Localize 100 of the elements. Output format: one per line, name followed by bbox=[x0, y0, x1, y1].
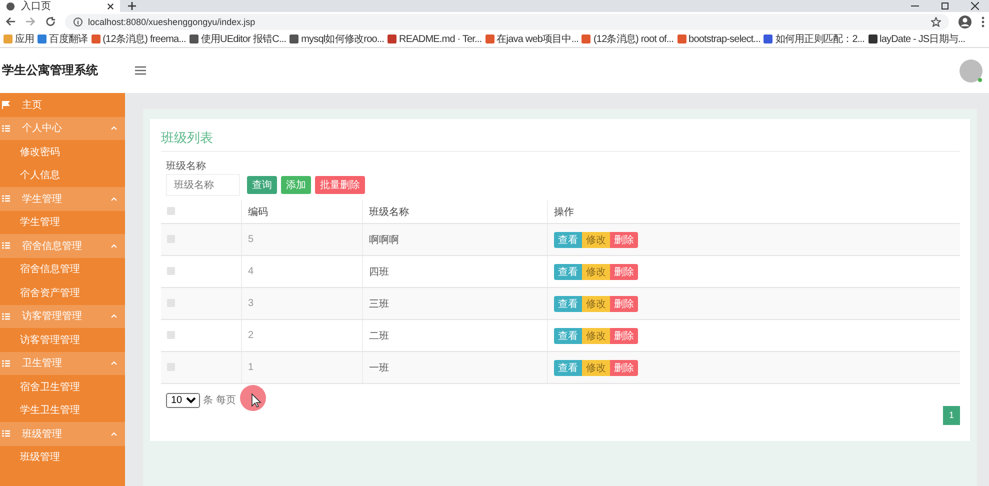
bookmark[interactable]: README.md · Ter... bbox=[387, 34, 482, 44]
sidebar-subitem[interactable]: 宿舍资产管理 bbox=[0, 281, 125, 304]
row-action-button[interactable]: 查看 bbox=[554, 232, 582, 248]
sidebar-subitem[interactable]: 学生管理 bbox=[0, 210, 125, 234]
table-cell: 二班 bbox=[369, 330, 389, 342]
table-cell: 3 bbox=[248, 298, 254, 309]
star-icon[interactable] bbox=[931, 16, 941, 26]
bookmark[interactable]: 使用UEditor 报错C... bbox=[188, 32, 286, 46]
menu-icon[interactable] bbox=[135, 66, 146, 75]
column-header: 编码 bbox=[248, 206, 268, 218]
list-icon bbox=[2, 242, 10, 250]
chevron-icon bbox=[111, 196, 117, 201]
bookmark-icon bbox=[581, 34, 592, 44]
table-cell: 2 bbox=[248, 330, 254, 341]
checkbox[interactable] bbox=[167, 207, 175, 216]
checkbox[interactable] bbox=[167, 331, 175, 340]
checkbox[interactable] bbox=[167, 267, 175, 276]
sidebar-item[interactable]: 学生管理 bbox=[0, 187, 125, 210]
reload-icon[interactable] bbox=[45, 16, 56, 27]
close-icon[interactable] bbox=[971, 2, 979, 10]
sidebar-item[interactable]: 主页 bbox=[0, 93, 125, 116]
row-action-button[interactable]: 修改 bbox=[582, 360, 610, 376]
back-icon[interactable] bbox=[5, 16, 16, 27]
row-action-button[interactable]: 查看 bbox=[554, 360, 582, 376]
sidebar-item[interactable]: 卫生管理 bbox=[0, 352, 125, 375]
table-cell: 一班 bbox=[369, 362, 389, 374]
list-icon bbox=[2, 124, 10, 132]
sidebar-item[interactable]: 班级管理 bbox=[0, 422, 125, 446]
page-size-select[interactable]: 10 bbox=[166, 392, 200, 408]
row-action-button[interactable]: 修改 bbox=[582, 232, 610, 248]
row-action-button[interactable]: 删除 bbox=[610, 264, 638, 280]
bookmark[interactable]: 应用 bbox=[3, 32, 34, 46]
bookmark[interactable]: (12条消息) root of... bbox=[581, 32, 674, 46]
browser-tab[interactable]: 入口页 bbox=[0, 0, 120, 12]
bookmark-icon bbox=[484, 34, 495, 44]
sidebar-subitem[interactable]: 宿舍信息管理 bbox=[0, 258, 125, 281]
row-action-button[interactable]: 查看 bbox=[554, 264, 582, 280]
flag-icon bbox=[2, 100, 10, 109]
profile-icon[interactable] bbox=[958, 14, 972, 28]
toolbar-button[interactable]: 添加 bbox=[281, 176, 311, 194]
info-icon bbox=[73, 16, 83, 26]
page-button[interactable]: 1 bbox=[943, 406, 960, 424]
search-field[interactable]: 班级名称 bbox=[166, 174, 240, 196]
chevron-icon bbox=[111, 361, 117, 366]
row-action-button[interactable]: 修改 bbox=[582, 328, 610, 344]
bookmark-icon bbox=[763, 34, 774, 44]
table-cell: 1 bbox=[248, 362, 254, 373]
page-size-label: 条 每页 bbox=[203, 394, 236, 407]
bookmark-icon bbox=[676, 34, 687, 44]
bookmark-icon bbox=[37, 34, 48, 44]
row-action-button[interactable]: 查看 bbox=[554, 328, 582, 344]
bookmark[interactable]: 如何用正则匹配：2... bbox=[763, 32, 865, 46]
chevron-icon bbox=[111, 432, 117, 436]
address-bar[interactable]: localhost:8080/xueshenggongyu/index.jsp bbox=[65, 14, 949, 30]
toolbar-button[interactable]: 批量删除 bbox=[315, 176, 365, 194]
page-title: 班级列表 bbox=[161, 129, 960, 152]
row-action-button[interactable]: 删除 bbox=[610, 296, 638, 312]
sidebar-item[interactable]: 个人中心 bbox=[0, 116, 125, 140]
chevron-icon bbox=[111, 244, 117, 248]
row-action-button[interactable]: 修改 bbox=[582, 296, 610, 312]
sidebar-subitem[interactable]: 个人信息 bbox=[0, 164, 125, 187]
restore-icon[interactable] bbox=[941, 2, 949, 10]
table-cell: 啊啊啊 bbox=[369, 234, 399, 246]
bookmark-icon bbox=[3, 34, 13, 44]
bookmark[interactable]: (12条消息) freema... bbox=[90, 32, 186, 46]
app-title: 学生公寓管理系统 bbox=[2, 62, 99, 79]
new-tab-icon[interactable] bbox=[128, 2, 136, 10]
row-action-button[interactable]: 修改 bbox=[582, 264, 610, 280]
bookmark-icon bbox=[868, 34, 878, 44]
column-header: 班级名称 bbox=[369, 206, 409, 218]
chevron-icon bbox=[111, 314, 117, 318]
bookmark-icon bbox=[90, 34, 101, 44]
bookmark-icon bbox=[188, 34, 199, 44]
bookmark[interactable]: layDate - JS日期与... bbox=[868, 32, 966, 46]
list-icon bbox=[2, 195, 10, 202]
list-icon bbox=[2, 360, 10, 367]
list-icon bbox=[2, 312, 10, 320]
row-action-button[interactable]: 删除 bbox=[610, 232, 638, 248]
table-cell: 4 bbox=[248, 266, 254, 277]
sidebar-subitem[interactable]: 宿舍卫生管理 bbox=[0, 375, 125, 398]
bookmark-icon bbox=[387, 34, 398, 44]
sidebar-subitem[interactable]: 学生卫生管理 bbox=[0, 398, 125, 422]
close-icon[interactable] bbox=[107, 2, 114, 10]
sidebar-item[interactable]: 访客管理管理 bbox=[0, 304, 125, 328]
row-action-button[interactable]: 删除 bbox=[610, 328, 638, 344]
bookmark[interactable]: 百度翻译 bbox=[37, 32, 88, 46]
bookmark[interactable]: mysql如何修改roo... bbox=[289, 32, 384, 46]
sidebar-subitem[interactable]: 访客管理管理 bbox=[0, 328, 125, 352]
bookmark[interactable]: bootstrap-select... bbox=[676, 34, 760, 44]
field-label: 班级名称 bbox=[166, 160, 207, 173]
sidebar-subitem[interactable]: 修改密码 bbox=[0, 140, 125, 164]
bookmark[interactable]: 在java web项目中... bbox=[484, 32, 578, 46]
more-icon[interactable] bbox=[981, 16, 985, 28]
sidebar-subitem[interactable]: 班级管理 bbox=[0, 446, 125, 469]
bookmark-icon bbox=[289, 34, 300, 44]
sidebar-item[interactable]: 宿舍信息管理 bbox=[0, 234, 125, 258]
row-action-button[interactable]: 查看 bbox=[554, 296, 582, 312]
toolbar-button[interactable]: 查询 bbox=[247, 176, 277, 194]
row-action-button[interactable]: 删除 bbox=[610, 360, 638, 376]
table-cell: 5 bbox=[248, 234, 254, 245]
